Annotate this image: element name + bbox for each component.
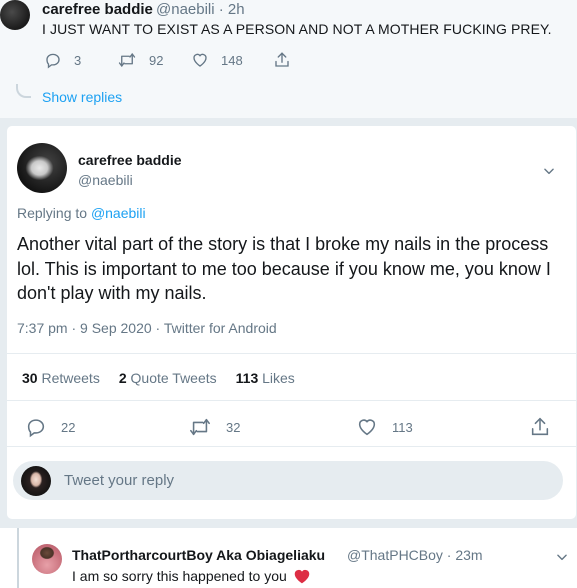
author-handle[interactable]: @naebili bbox=[78, 172, 133, 188]
reply-button[interactable]: 22 bbox=[25, 416, 75, 438]
author-name[interactable]: carefree baddie bbox=[78, 152, 182, 168]
replying-to-handle-link[interactable]: @naebili bbox=[91, 205, 146, 221]
share-icon bbox=[529, 416, 551, 438]
share-icon bbox=[273, 51, 291, 69]
reply-input[interactable]: Tweet your reply bbox=[64, 472, 174, 489]
avatar[interactable] bbox=[0, 0, 30, 30]
retweet-button[interactable]: 92 bbox=[117, 50, 163, 70]
retweet-icon bbox=[117, 51, 137, 69]
tweet-text: Another vital part of the story is that … bbox=[17, 234, 551, 303]
share-button[interactable] bbox=[529, 416, 551, 438]
tweet-metadata[interactable]: 7:37 pm · 9 Sep 2020 · Twitter for Andro… bbox=[17, 320, 277, 336]
reply-tweet[interactable]: ThatPortharcourtBoy Aka Obiageliaku @Tha… bbox=[0, 528, 577, 588]
quote-tweets-stat[interactable]: 2 Quote Tweets bbox=[119, 370, 217, 386]
avatar[interactable] bbox=[17, 143, 67, 193]
reply-count: 22 bbox=[61, 419, 76, 435]
divider bbox=[7, 446, 576, 447]
engagement-stats: 30 Retweets 2 Quote Tweets 113 Likes bbox=[22, 370, 314, 386]
focused-tweet: carefree baddie @naebili Replying to @na… bbox=[6, 125, 577, 520]
author-name[interactable]: ThatPortharcourtBoy Aka Obiageliaku bbox=[72, 547, 325, 563]
thread-connector bbox=[16, 84, 31, 98]
previous-tweet[interactable]: carefree baddie @naebili · 2h I JUST WAN… bbox=[0, 0, 577, 118]
likes-stat-count: 113 bbox=[235, 370, 259, 386]
divider bbox=[7, 400, 576, 401]
retweets-stat-count: 30 bbox=[22, 370, 38, 386]
chevron-down-icon[interactable] bbox=[542, 164, 556, 178]
retweet-button[interactable]: 32 bbox=[188, 416, 240, 438]
retweet-icon bbox=[188, 416, 212, 438]
author-handle-time[interactable]: @ThatPHCBoy · 23m bbox=[347, 547, 483, 563]
avatar bbox=[21, 466, 51, 496]
retweet-count: 92 bbox=[149, 52, 164, 68]
author-handle-time[interactable]: @naebili · 2h bbox=[156, 1, 245, 18]
like-count: 148 bbox=[221, 52, 243, 68]
reply-button[interactable]: 3 bbox=[44, 50, 81, 70]
likes-stat-label: Likes bbox=[258, 370, 295, 386]
retweets-stat-label: Retweets bbox=[37, 370, 100, 386]
author-name[interactable]: carefree baddie bbox=[42, 1, 153, 18]
like-count: 113 bbox=[392, 419, 413, 435]
retweets-stat[interactable]: 30 Retweets bbox=[22, 370, 100, 386]
heart-icon bbox=[356, 416, 378, 438]
reply-count: 3 bbox=[74, 52, 82, 68]
avatar[interactable] bbox=[32, 544, 62, 574]
reply-icon bbox=[44, 51, 62, 69]
divider bbox=[7, 353, 576, 354]
tweet-text-content: I am so sorry this happened to you bbox=[72, 568, 287, 584]
share-button[interactable] bbox=[273, 50, 291, 70]
tweet-text: I am so sorry this happened to you bbox=[72, 568, 311, 584]
chevron-down-icon[interactable] bbox=[555, 550, 569, 564]
quote-tweets-stat-label: Quote Tweets bbox=[126, 370, 217, 386]
like-button[interactable]: 113 bbox=[356, 416, 413, 438]
replying-prefix: Replying to bbox=[17, 205, 91, 221]
like-button[interactable]: 148 bbox=[191, 50, 243, 70]
heart-icon bbox=[191, 51, 209, 69]
tweet-text: I JUST WANT TO EXIST AS A PERSON AND NOT… bbox=[42, 21, 552, 37]
show-replies-link[interactable]: Show replies bbox=[42, 89, 122, 105]
reply-composer[interactable]: Tweet your reply bbox=[13, 461, 563, 500]
retweet-count: 32 bbox=[226, 419, 241, 435]
reply-icon bbox=[25, 416, 47, 438]
thread-line bbox=[17, 528, 19, 588]
red-heart-icon bbox=[293, 568, 311, 584]
replying-to: Replying to @naebili bbox=[17, 205, 146, 221]
quote-tweets-stat-count: 2 bbox=[118, 370, 127, 386]
likes-stat[interactable]: 113 Likes bbox=[236, 370, 295, 386]
